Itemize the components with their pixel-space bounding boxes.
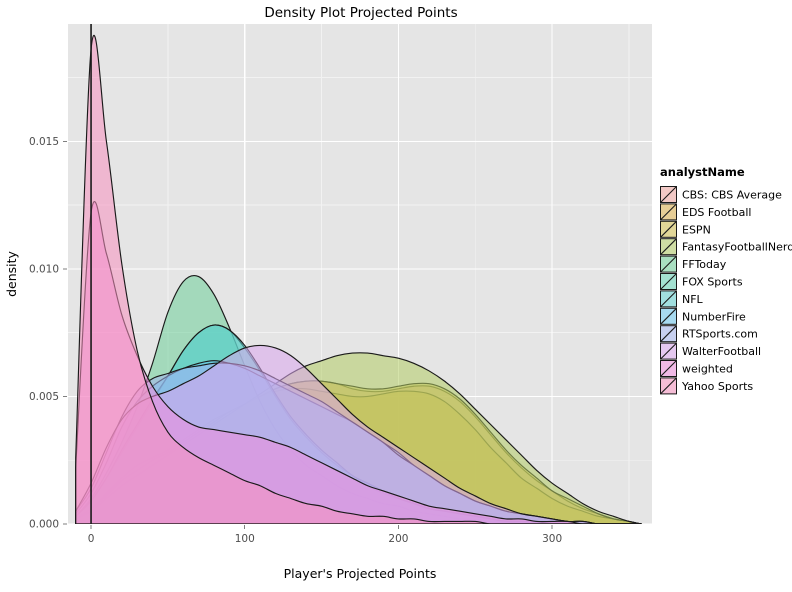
legend-title: analystName bbox=[660, 165, 745, 179]
legend-item-weighted[interactable]: weighted bbox=[660, 360, 733, 377]
legend-item-rtsports-com[interactable]: RTSports.com bbox=[660, 325, 758, 343]
legend-item-label: FFToday bbox=[682, 258, 727, 271]
legend-item-label: FOX Sports bbox=[682, 276, 743, 289]
x-tick-label: 0 bbox=[88, 533, 95, 545]
legend-item-yahoo-sports[interactable]: Yahoo Sports bbox=[660, 377, 753, 395]
plot-panel bbox=[68, 24, 652, 525]
y-tick-label: 0.010 bbox=[29, 263, 59, 275]
legend-item-fox-sports[interactable]: FOX Sports bbox=[660, 273, 743, 290]
x-tick-label: 300 bbox=[542, 533, 562, 545]
legend-item-label: NumberFire bbox=[682, 310, 746, 323]
legend-item-label: ESPN bbox=[682, 223, 711, 236]
x-tick-label: 100 bbox=[235, 533, 255, 545]
legend-item-espn[interactable]: ESPN bbox=[660, 220, 711, 238]
legend-item-label: CBS: CBS Average bbox=[682, 189, 782, 202]
legend-item-label: RTSports.com bbox=[682, 328, 758, 341]
density-plot-figure: Density Plot Projected Points 0 100 200 300… bbox=[0, 0, 792, 592]
legend-item-walterfootball[interactable]: WalterFootball bbox=[660, 342, 761, 360]
legend-item-label: EDS Football bbox=[682, 206, 751, 219]
y-tick-label: 0.015 bbox=[29, 136, 59, 148]
figure-svg: Density Plot Projected Points 0 100 200 300… bbox=[0, 0, 792, 592]
legend-item-label: NFL bbox=[682, 293, 704, 306]
legend-item-eds-football[interactable]: EDS Football bbox=[660, 203, 751, 221]
legend-item-label: weighted bbox=[682, 363, 733, 376]
legend-item-label: FantasyFootballNerd bbox=[682, 241, 792, 254]
y-axis-title: density bbox=[4, 250, 19, 296]
x-axis-title: Player's Projected Points bbox=[284, 566, 437, 581]
legend-item-numberfire[interactable]: NumberFire bbox=[660, 307, 746, 325]
legend-item-label: WalterFootball bbox=[682, 345, 761, 358]
legend-item-nfl[interactable]: NFL bbox=[660, 290, 704, 308]
y-tick-label: 0.000 bbox=[29, 519, 59, 531]
page-title: Density Plot Projected Points bbox=[264, 5, 457, 21]
legend-item-fftoday[interactable]: FFToday bbox=[660, 255, 727, 273]
legend-item-label: Yahoo Sports bbox=[681, 380, 753, 393]
y-tick-label: 0.005 bbox=[29, 391, 59, 403]
x-tick-label: 200 bbox=[388, 533, 408, 545]
